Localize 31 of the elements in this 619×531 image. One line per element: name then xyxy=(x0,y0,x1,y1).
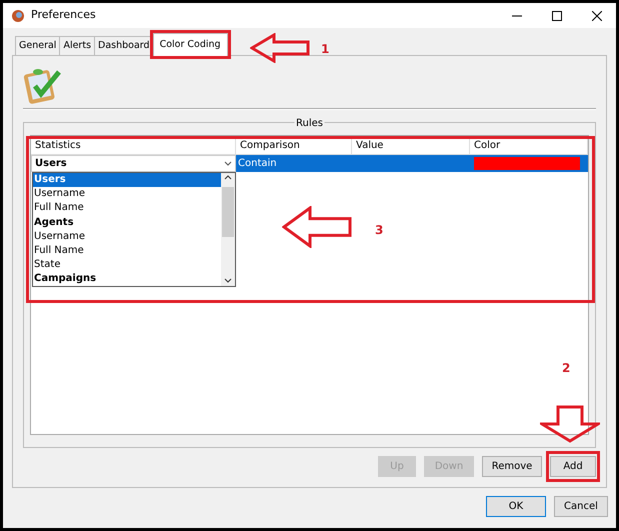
button[interactable]: Add xyxy=(550,456,596,477)
app-icon xyxy=(11,8,25,22)
arrow-icon xyxy=(250,33,310,63)
table-row[interactable]: Users Contain xyxy=(31,155,588,172)
dropdown-item[interactable]: Users xyxy=(33,173,221,188)
annotation-number: 1 xyxy=(321,41,330,58)
annotation-number: 2 xyxy=(562,360,570,377)
highlight-box xyxy=(546,451,600,482)
scrollbar[interactable] xyxy=(221,173,235,286)
maximize-icon[interactable] xyxy=(552,10,562,20)
dropdown-item[interactable]: Username xyxy=(33,187,221,202)
tab[interactable]: General xyxy=(15,36,60,55)
ok-button[interactable]: OK xyxy=(486,496,546,517)
arrow-icon xyxy=(540,406,600,443)
annotation-number: 3 xyxy=(375,222,384,239)
table-cell-text: Contain xyxy=(237,157,278,171)
dropdown-item[interactable]: Campaigns xyxy=(33,272,221,286)
dropdown-item[interactable]: Full Name xyxy=(33,244,221,258)
combo-box[interactable]: Users xyxy=(31,155,236,172)
arrow-icon xyxy=(282,206,352,248)
caret-icon xyxy=(224,160,232,166)
dropdown-item[interactable]: Agents xyxy=(33,216,221,230)
color-swatch[interactable] xyxy=(474,157,580,170)
close-icon[interactable] xyxy=(592,10,602,20)
cancel-button[interactable]: Cancel xyxy=(554,496,608,517)
dropdown-item[interactable]: Username xyxy=(33,230,221,244)
dropdown-item[interactable]: State xyxy=(33,258,221,272)
window-title: Preferences xyxy=(31,7,96,24)
dropdown-item[interactable]: Full Name xyxy=(33,201,221,216)
tab[interactable]: Color Coding xyxy=(152,32,228,56)
button[interactable]: Remove xyxy=(482,456,542,477)
